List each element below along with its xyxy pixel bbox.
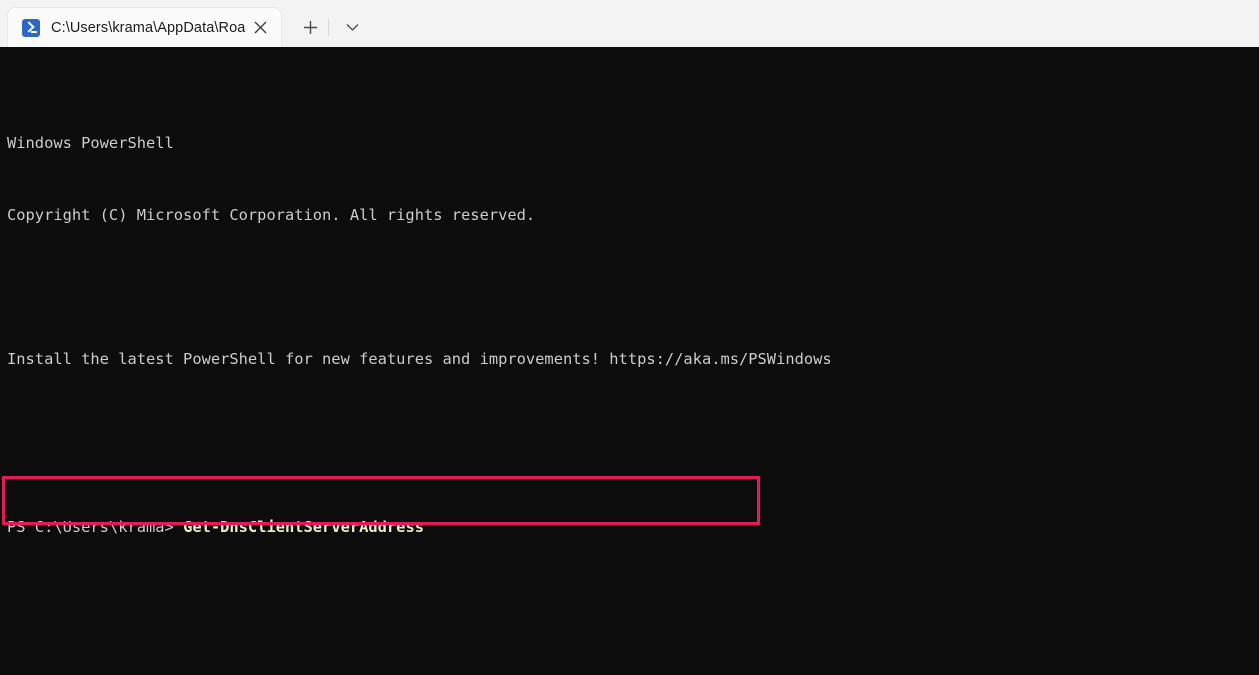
prompt-text: PS C:\Users\krama>	[7, 518, 184, 536]
banner-line: Install the latest PowerShell for new fe…	[7, 350, 832, 368]
chevron-down-icon[interactable]	[328, 8, 371, 47]
tab-strip: C:\Users\krama\AppData\Roa	[0, 0, 1259, 47]
new-tab-button[interactable]	[291, 8, 329, 47]
tab-title: C:\Users\krama\AppData\Roa	[51, 19, 246, 36]
banner-line: Copyright (C) Microsoft Corporation. All…	[7, 206, 536, 224]
banner-line: Windows PowerShell	[7, 134, 174, 152]
entered-command: Get-DnsClientServerAddress	[183, 518, 424, 536]
terminal-tab[interactable]: C:\Users\krama\AppData\Roa	[8, 8, 282, 47]
powershell-icon	[22, 18, 40, 37]
terminal-output-area[interactable]: Windows PowerShell Copyright (C) Microso…	[0, 47, 1259, 675]
close-icon[interactable]	[245, 14, 275, 42]
command-line: PS C:\Users\krama> Get-DnsClientServerAd…	[7, 515, 1259, 539]
